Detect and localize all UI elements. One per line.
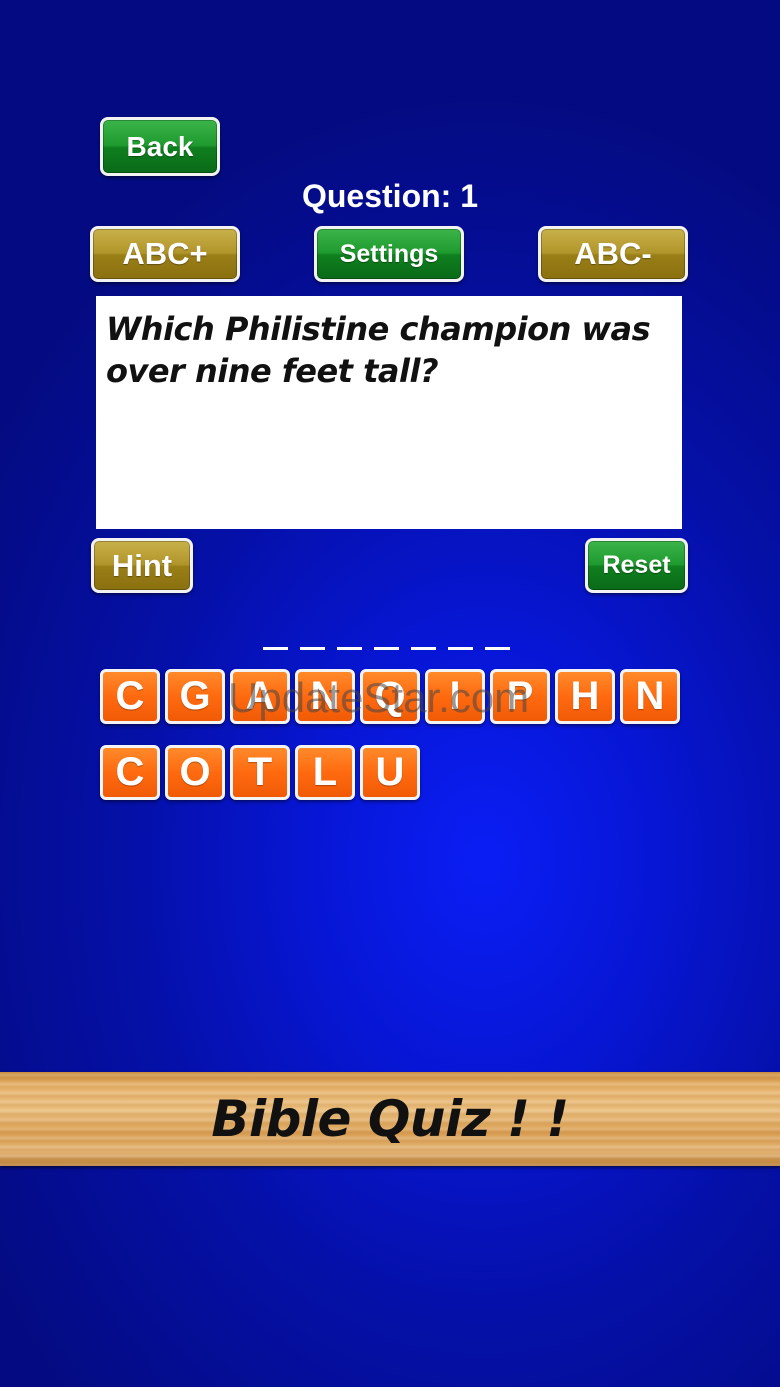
question-box: Which Philistine champion was over nine … — [96, 296, 682, 529]
letter-tile[interactable]: T — [230, 745, 290, 800]
letter-tile[interactable]: N — [295, 669, 355, 724]
abc-plus-button[interactable]: ABC+ — [90, 226, 240, 282]
answer-slot[interactable] — [485, 625, 510, 650]
letter-tiles-row-1: CGANQIPHN — [100, 669, 680, 724]
letter-tile[interactable]: U — [360, 745, 420, 800]
answer-slot[interactable] — [263, 625, 288, 650]
letter-tile[interactable]: C — [100, 745, 160, 800]
answer-slot[interactable] — [411, 625, 436, 650]
letter-tile[interactable]: N — [620, 669, 680, 724]
answer-slot[interactable] — [300, 625, 325, 650]
answer-slot[interactable] — [448, 625, 473, 650]
settings-button[interactable]: Settings — [314, 226, 464, 282]
letter-tile[interactable]: Q — [360, 669, 420, 724]
answer-slot[interactable] — [337, 625, 362, 650]
abc-minus-button[interactable]: ABC- — [538, 226, 688, 282]
letter-tile[interactable]: P — [490, 669, 550, 724]
hint-button[interactable]: Hint — [91, 538, 193, 593]
letter-tile[interactable]: L — [295, 745, 355, 800]
title-banner: Bible Quiz ! ! — [0, 1072, 780, 1166]
letter-tile[interactable]: O — [165, 745, 225, 800]
letter-tile[interactable]: H — [555, 669, 615, 724]
letter-tile[interactable]: I — [425, 669, 485, 724]
letter-tiles-row-2: COTLU — [100, 745, 420, 800]
letter-tile[interactable]: C — [100, 669, 160, 724]
app-title: Bible Quiz ! ! — [211, 1090, 569, 1148]
answer-slot[interactable] — [374, 625, 399, 650]
question-text: Which Philistine champion was over nine … — [106, 310, 651, 390]
answer-slots — [263, 625, 510, 650]
back-button[interactable]: Back — [100, 117, 220, 176]
reset-button[interactable]: Reset — [585, 538, 688, 593]
letter-tile[interactable]: A — [230, 669, 290, 724]
letter-tile[interactable]: G — [165, 669, 225, 724]
question-number-label: Question: 1 — [301, 178, 478, 214]
